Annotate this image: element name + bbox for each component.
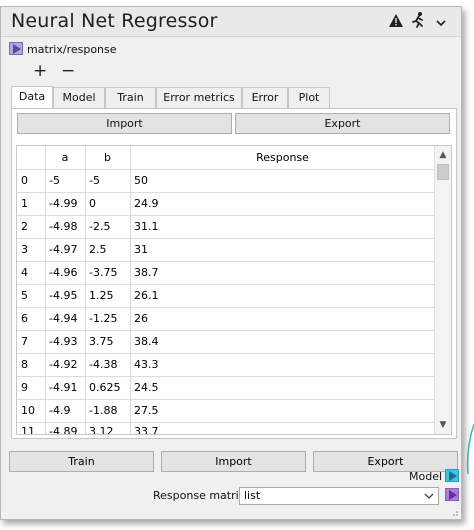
model-output-port[interactable] bbox=[445, 469, 459, 482]
cell-b[interactable]: -3.75 bbox=[85, 261, 117, 284]
cell-b[interactable]: 2.5 bbox=[85, 238, 107, 261]
cell-b[interactable]: -2.5 bbox=[85, 215, 110, 238]
node-title: Neural Net Regressor bbox=[11, 10, 218, 32]
row-index: 0 bbox=[21, 174, 28, 187]
cell-a[interactable]: -4.96 bbox=[45, 261, 77, 284]
train-button[interactable]: Train bbox=[9, 451, 154, 472]
cell-a[interactable]: -4.97 bbox=[45, 238, 77, 261]
cell-response[interactable]: 38.7 bbox=[130, 261, 159, 284]
warning-icon[interactable] bbox=[389, 14, 403, 31]
tab-data[interactable]: Data bbox=[11, 86, 53, 109]
export-button[interactable]: Export bbox=[235, 113, 450, 134]
row-divider bbox=[17, 353, 435, 354]
cell-a[interactable]: -4.99 bbox=[45, 192, 77, 215]
row-index: 2 bbox=[21, 220, 28, 233]
row-index: 4 bbox=[21, 266, 28, 279]
cell-b[interactable]: 3.12 bbox=[85, 420, 114, 434]
row-divider bbox=[17, 307, 435, 308]
response-matrix-select[interactable]: list bbox=[239, 487, 439, 505]
cell-response[interactable]: 27.5 bbox=[130, 399, 159, 422]
row-divider bbox=[17, 399, 435, 400]
row-index: 11 bbox=[21, 425, 35, 435]
footer-export-button[interactable]: Export bbox=[313, 451, 458, 472]
row-divider bbox=[17, 169, 435, 170]
row-divider bbox=[17, 284, 435, 285]
cell-response[interactable]: 38.4 bbox=[130, 330, 159, 353]
cell-response[interactable]: 24.9 bbox=[130, 192, 159, 215]
cell-response[interactable]: 33.7 bbox=[130, 420, 159, 434]
remove-button[interactable]: − bbox=[61, 61, 75, 81]
table-scrollbar[interactable]: ▲ ▼ bbox=[434, 146, 451, 434]
row-index: 9 bbox=[21, 381, 28, 394]
resize-grip-icon[interactable] bbox=[451, 509, 459, 517]
cell-a[interactable]: -4.95 bbox=[45, 284, 77, 307]
tab-train[interactable]: Train bbox=[105, 87, 156, 108]
data-table[interactable]: a b Response 0 -5 -5 50 1 -4.99 0 24.9 2… bbox=[16, 145, 452, 435]
response-matrix-label: Response matrix bbox=[153, 489, 246, 502]
scroll-down-icon[interactable]: ▼ bbox=[435, 417, 451, 433]
cell-a[interactable]: -4.92 bbox=[45, 353, 77, 376]
cell-response[interactable]: 43.3 bbox=[130, 353, 159, 376]
chevron-down-icon bbox=[424, 488, 434, 510]
cell-a[interactable]: -4.93 bbox=[45, 330, 77, 353]
cell-response[interactable]: 24.5 bbox=[130, 376, 159, 399]
row-index: 7 bbox=[21, 335, 28, 348]
tab-model[interactable]: Model bbox=[53, 87, 105, 108]
column-header-a[interactable]: a bbox=[45, 146, 85, 169]
row-index: 3 bbox=[21, 243, 28, 256]
cell-a[interactable]: -4.9 bbox=[45, 399, 70, 422]
row-index: 1 bbox=[21, 197, 28, 210]
scroll-up-icon[interactable]: ▲ bbox=[435, 147, 451, 163]
input-path-label: matrix/response bbox=[27, 43, 117, 56]
add-button[interactable]: + bbox=[33, 61, 47, 81]
cell-response[interactable]: 50 bbox=[130, 169, 148, 192]
cell-a[interactable]: -4.91 bbox=[45, 376, 77, 399]
cell-b[interactable]: -1.88 bbox=[85, 399, 117, 422]
row-index: 6 bbox=[21, 312, 28, 325]
cell-b[interactable]: 0.625 bbox=[85, 376, 121, 399]
row-index: 5 bbox=[21, 289, 28, 302]
cell-a[interactable]: -5 bbox=[45, 169, 60, 192]
row-divider bbox=[17, 422, 435, 423]
cell-b[interactable]: 0 bbox=[85, 192, 96, 215]
node-frame: Neural Net Regressor matrix/response + −… bbox=[0, 6, 462, 520]
cell-b[interactable]: -1.25 bbox=[85, 307, 117, 330]
chevron-down-icon[interactable] bbox=[436, 15, 446, 31]
row-index: 8 bbox=[21, 358, 28, 371]
matrix-input-port[interactable] bbox=[9, 42, 23, 55]
row-divider bbox=[17, 192, 435, 193]
data-tab-panel: Import Export a b Response 0 -5 -5 50 1 bbox=[11, 108, 457, 439]
cell-response[interactable]: 26.1 bbox=[130, 284, 159, 307]
row-index-header bbox=[17, 146, 45, 169]
row-divider bbox=[17, 376, 435, 377]
row-divider bbox=[17, 238, 435, 239]
row-divider bbox=[17, 261, 435, 262]
tab-error-metrics[interactable]: Error metrics bbox=[156, 87, 242, 108]
tab-error[interactable]: Error bbox=[242, 87, 288, 108]
row-index: 10 bbox=[21, 404, 35, 417]
row-divider bbox=[17, 330, 435, 331]
cell-a[interactable]: -4.94 bbox=[45, 307, 77, 330]
cell-b[interactable]: 1.25 bbox=[85, 284, 114, 307]
row-divider bbox=[17, 215, 435, 216]
scroll-thumb[interactable] bbox=[437, 164, 449, 180]
cell-response[interactable]: 26 bbox=[130, 307, 148, 330]
cell-response[interactable]: 31 bbox=[130, 238, 148, 261]
cell-b[interactable]: 3.75 bbox=[85, 330, 114, 353]
column-header-b[interactable]: b bbox=[85, 146, 130, 169]
import-button[interactable]: Import bbox=[17, 113, 232, 134]
cell-a[interactable]: -4.89 bbox=[45, 420, 77, 434]
tab-plot[interactable]: Plot bbox=[288, 87, 330, 108]
footer-import-button[interactable]: Import bbox=[161, 451, 306, 472]
response-matrix-output-port[interactable] bbox=[445, 488, 459, 501]
running-person-icon[interactable] bbox=[411, 12, 425, 32]
cell-b[interactable]: -4.38 bbox=[85, 353, 117, 376]
cell-b[interactable]: -5 bbox=[85, 169, 100, 192]
column-header-response[interactable]: Response bbox=[130, 146, 435, 169]
node-header[interactable]: Neural Net Regressor bbox=[1, 7, 461, 37]
cell-response[interactable]: 31.1 bbox=[130, 215, 159, 238]
model-output-label: Model bbox=[409, 470, 443, 483]
response-matrix-value: list bbox=[244, 489, 261, 502]
cell-a[interactable]: -4.98 bbox=[45, 215, 77, 238]
